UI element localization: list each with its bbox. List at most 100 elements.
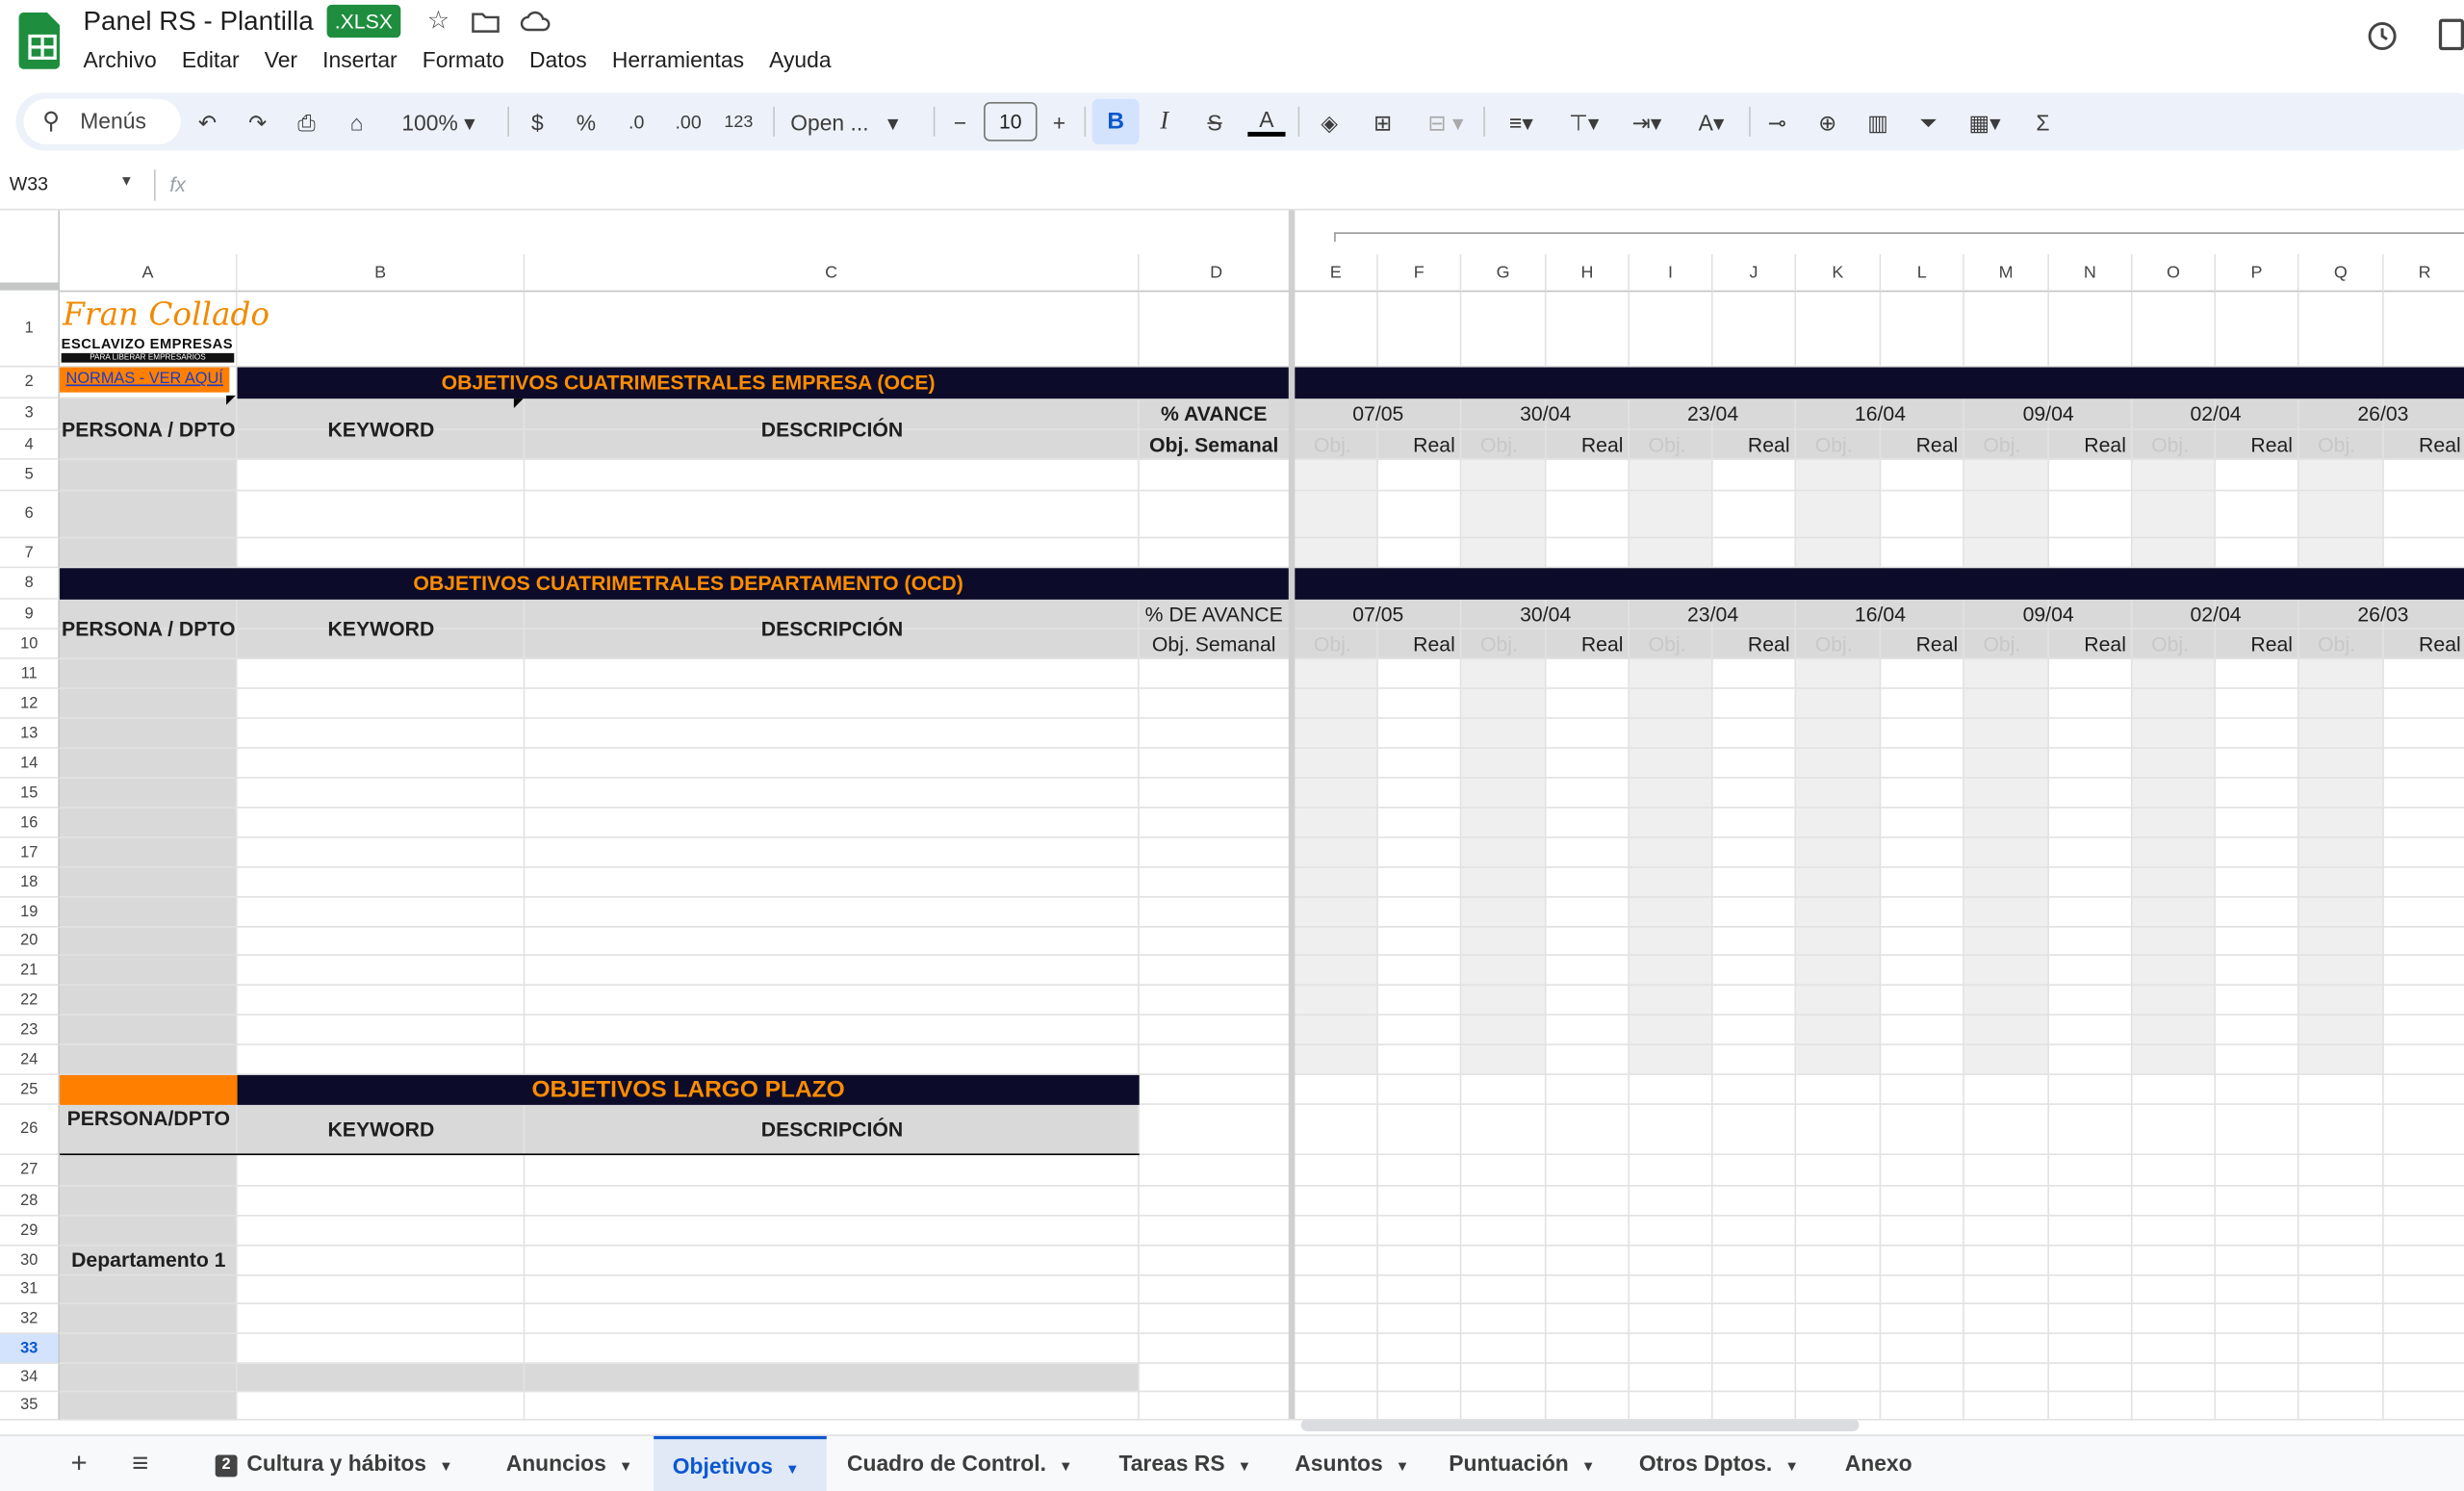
menu-ayuda[interactable]: Ayuda (769, 47, 831, 72)
insert-comment-icon[interactable]: ⊕ (1811, 104, 1843, 141)
column-header-F[interactable]: F (1377, 254, 1462, 293)
column-header-L[interactable]: L (1881, 254, 1964, 293)
chevron-down-icon[interactable]: ▼ (619, 1458, 633, 1474)
row-header-12[interactable]: 12 (0, 688, 61, 719)
row-header-21[interactable]: 21 (0, 955, 61, 986)
all-sheets-icon[interactable]: ≡ (132, 1447, 148, 1479)
row-header-11[interactable]: 11 (0, 658, 61, 689)
chevron-down-icon[interactable]: ▼ (1581, 1458, 1596, 1474)
sheet-tab-1[interactable]: Anuncios ▼ (487, 1436, 644, 1491)
formula-input[interactable] (204, 164, 2451, 204)
row-header-17[interactable]: 17 (0, 837, 61, 868)
merge-cells-icon[interactable]: ⊟ ▾ (1418, 104, 1475, 141)
chevron-down-icon[interactable]: ▼ (785, 1461, 800, 1477)
menu-datos[interactable]: Datos (529, 47, 587, 72)
sheets-logo-icon[interactable] (18, 13, 61, 69)
print-icon[interactable]: ⎙ (293, 104, 321, 141)
row-header-4[interactable]: 4 (0, 429, 61, 460)
row-header-19[interactable]: 19 (0, 897, 61, 928)
text-rotation-icon[interactable]: A▾ (1686, 104, 1736, 141)
redo-icon[interactable]: ↷ (244, 104, 271, 141)
row-header-28[interactable]: 28 (0, 1186, 61, 1217)
column-header-H[interactable]: H (1546, 254, 1630, 293)
column-header-D[interactable]: D (1139, 254, 1296, 293)
currency-format-button[interactable]: $ (525, 104, 550, 141)
row-header-23[interactable]: 23 (0, 1015, 61, 1045)
column-header-G[interactable]: G (1461, 254, 1547, 293)
norms-link[interactable]: NORMAS - VER AQUÍ (60, 367, 230, 393)
corner-select-all[interactable] (0, 210, 61, 293)
row-header-2[interactable]: 2 (0, 367, 61, 399)
freeze-row-handle[interactable] (0, 282, 61, 291)
chevron-down-icon[interactable]: ▼ (439, 1458, 453, 1474)
horizontal-scrollbar[interactable] (1300, 1418, 1860, 1432)
sheet-tab-7[interactable]: Otros Dptos. ▼ (1620, 1436, 1823, 1491)
row-header-33[interactable]: 33 (0, 1333, 61, 1364)
column-header-N[interactable]: N (2048, 254, 2133, 293)
row-header-32[interactable]: 32 (0, 1303, 61, 1334)
row-header-30[interactable]: 30 (0, 1246, 61, 1276)
add-sheet-icon[interactable]: + (70, 1447, 87, 1479)
menu-formato[interactable]: Formato (423, 47, 504, 72)
sheet-tab-3[interactable]: Cuadro de Control. ▼ (828, 1436, 1098, 1491)
sheet-tab-6[interactable]: Puntuación ▼ (1430, 1436, 1617, 1491)
percent-format-button[interactable]: % (574, 104, 599, 141)
row-header-27[interactable]: 27 (0, 1155, 61, 1187)
sheet-tab-0[interactable]: 2 Cultura y hábitos ▼ (196, 1436, 479, 1491)
column-header-I[interactable]: I (1630, 254, 1713, 293)
column-header-E[interactable]: E (1295, 254, 1378, 293)
column-header-A[interactable]: A (60, 254, 238, 293)
more-formats-button[interactable]: 123 (721, 104, 756, 141)
fill-color-icon[interactable]: ◈ (1314, 104, 1346, 141)
column-header-M[interactable]: M (1964, 254, 2049, 293)
row-header-25[interactable]: 25 (0, 1074, 61, 1105)
row-header-1[interactable]: 1 (0, 292, 61, 368)
sheet-tab-5[interactable]: Asuntos ▼ (1276, 1436, 1427, 1491)
column-header-O[interactable]: O (2132, 254, 2217, 293)
row-header-10[interactable]: 10 (0, 629, 61, 659)
insert-link-icon[interactable]: ⊸ (1761, 104, 1793, 141)
row-header-14[interactable]: 14 (0, 748, 61, 779)
row-header-6[interactable]: 6 (0, 491, 61, 539)
decrease-decimals-button[interactable]: .0 (621, 104, 653, 141)
row-header-35[interactable]: 35 (0, 1392, 61, 1421)
version-history-icon[interactable] (2365, 19, 2400, 54)
star-icon[interactable]: ☆ (424, 9, 452, 35)
menu-archivo[interactable]: Archivo (84, 47, 157, 72)
chevron-down-icon[interactable]: ▼ (1059, 1458, 1073, 1474)
chevron-down-icon[interactable]: ▼ (1784, 1458, 1799, 1474)
row-header-16[interactable]: 16 (0, 808, 61, 838)
chevron-down-icon[interactable]: ▼ (1396, 1458, 1410, 1474)
zoom-select[interactable]: 100% ▾ (390, 104, 487, 141)
menu-herramientas[interactable]: Herramientas (612, 47, 744, 72)
row-header-9[interactable]: 9 (0, 599, 61, 630)
sheet-tab-4[interactable]: Tareas RS ▼ (1100, 1436, 1273, 1491)
row-header-24[interactable]: 24 (0, 1044, 61, 1075)
search-menus-input[interactable]: ⚲ Menús (23, 98, 181, 145)
row-header-18[interactable]: 18 (0, 867, 61, 898)
comments-icon[interactable] (2438, 18, 2464, 51)
cloud-status-icon[interactable] (520, 10, 551, 35)
filter-icon[interactable]: ⏷ (1912, 104, 1944, 141)
row-header-26[interactable]: 26 (0, 1104, 61, 1156)
column-header-J[interactable]: J (1712, 254, 1797, 293)
font-size-input[interactable]: 10 (984, 101, 1038, 141)
italic-button[interactable]: I (1152, 104, 1177, 141)
filter-views-icon[interactable]: ▦▾ (1957, 104, 2014, 141)
column-header-B[interactable]: B (237, 254, 526, 293)
row-header-15[interactable]: 15 (0, 778, 61, 809)
vertical-align-icon[interactable]: ⊤▾ (1559, 104, 1609, 141)
column-header-C[interactable]: C (525, 254, 1140, 293)
sheet-tab-2[interactable]: Objetivos ▼ (654, 1435, 827, 1491)
undo-icon[interactable]: ↶ (193, 104, 221, 141)
menu-ver[interactable]: Ver (265, 47, 297, 72)
sheet-tab-8[interactable]: Anexo Asuntos▼ (1826, 1436, 2049, 1491)
font-family-select[interactable]: Open ... ▾ (790, 104, 916, 141)
document-title[interactable]: Panel RS - Plantilla (84, 7, 314, 39)
row-header-8[interactable]: 8 (0, 568, 61, 600)
row-header-34[interactable]: 34 (0, 1363, 61, 1393)
row-header-5[interactable]: 5 (0, 459, 61, 492)
horizontal-align-icon[interactable]: ≡▾ (1496, 104, 1546, 141)
chevron-down-icon[interactable]: ▼ (1238, 1458, 1252, 1474)
row-header-22[interactable]: 22 (0, 985, 61, 1015)
